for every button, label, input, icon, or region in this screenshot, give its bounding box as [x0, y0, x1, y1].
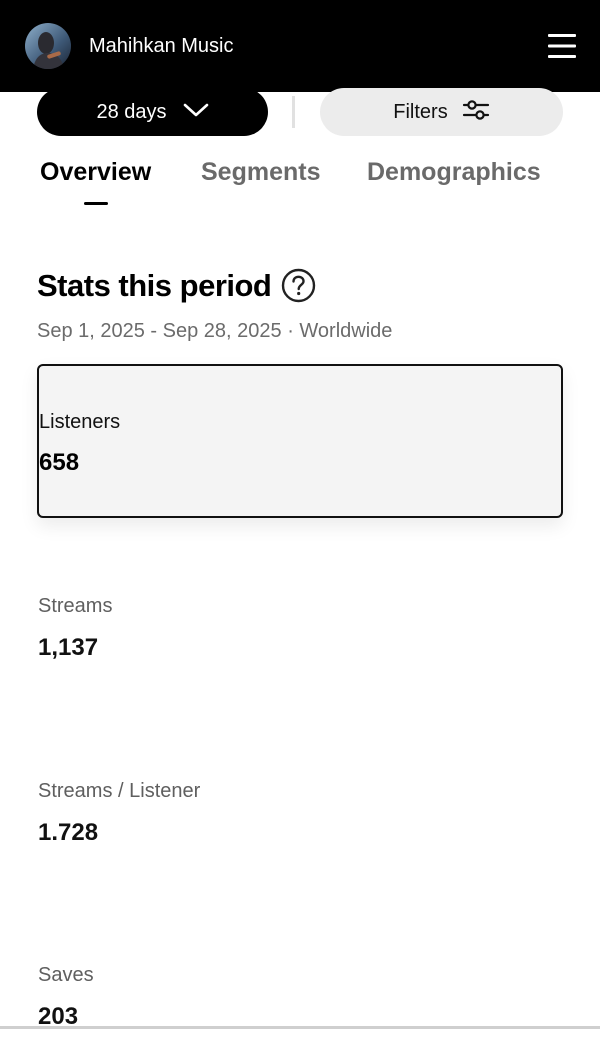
- top-bar: Mahihkan Music: [0, 0, 600, 92]
- stat-card-streams-per-listener[interactable]: Streams / Listener 1.728: [38, 780, 558, 860]
- sliders-icon: [462, 98, 490, 127]
- date-range-dropdown[interactable]: 28 days: [37, 88, 268, 136]
- question-circle-icon[interactable]: [281, 268, 316, 303]
- stat-card-streams[interactable]: Streams 1,137: [38, 595, 558, 675]
- stat-label: Listeners: [39, 411, 121, 433]
- stat-value: 1.728: [38, 819, 99, 846]
- chevron-down-icon: [183, 102, 209, 123]
- stat-value: 658: [39, 449, 80, 476]
- artist-name[interactable]: Mahihkan Music: [89, 34, 234, 58]
- tab-segments[interactable]: Segments: [201, 156, 320, 188]
- toolbar-divider: [292, 96, 295, 128]
- filters-button[interactable]: Filters: [320, 88, 563, 136]
- stat-label: Streams / Listener: [38, 780, 201, 802]
- period-range: Sep 1, 2025 - Sep 28, 2025 · Worldwide: [37, 320, 393, 342]
- stat-label: Streams: [38, 595, 113, 617]
- filters-label: Filters: [393, 100, 448, 123]
- section-title: Stats this period: [37, 268, 272, 303]
- tab-bar: Overview Segments Demographics: [0, 156, 600, 216]
- hamburger-menu-icon[interactable]: [546, 30, 578, 62]
- active-tab-indicator: [84, 202, 108, 205]
- date-range-label: 28 days: [96, 100, 167, 123]
- stat-value: 1,137: [38, 634, 99, 661]
- stat-card-saves[interactable]: Saves 203: [38, 964, 558, 1044]
- tab-overview[interactable]: Overview: [40, 156, 151, 188]
- stat-label: Saves: [38, 964, 94, 986]
- tab-demographics[interactable]: Demographics: [367, 156, 541, 188]
- artist-avatar[interactable]: [25, 23, 71, 69]
- stat-card-listeners[interactable]: Listeners 658: [37, 364, 563, 518]
